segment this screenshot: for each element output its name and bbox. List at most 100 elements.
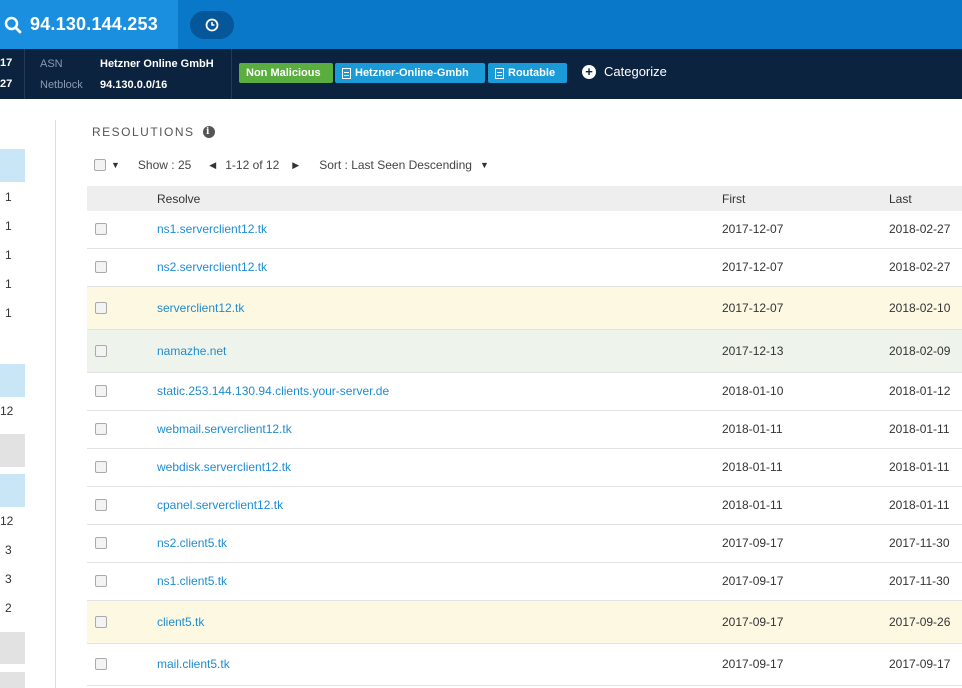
row-checkbox[interactable] bbox=[95, 461, 107, 473]
table-row[interactable]: ns2.serverclient12.tk 2017-12-07 2018-02-2… bbox=[87, 249, 962, 287]
row-checkbox[interactable] bbox=[95, 261, 107, 273]
netblock-value: 94.130.0.0/16 bbox=[100, 79, 168, 91]
column-header-first[interactable]: First bbox=[722, 192, 745, 206]
resolve-link[interactable]: ns2.client5.tk bbox=[157, 536, 227, 550]
select-all-checkbox[interactable] bbox=[94, 159, 106, 171]
resolutions-title-text: RESOLUTIONS bbox=[92, 125, 195, 139]
row-checkbox[interactable] bbox=[95, 223, 107, 235]
resolve-link[interactable]: webmail.serverclient12.tk bbox=[157, 422, 292, 436]
table-row[interactable]: mail.client5.tk 2017-09-17 2017-09-17 bbox=[87, 644, 962, 686]
row-checkbox[interactable] bbox=[95, 302, 107, 314]
clock-icon bbox=[205, 18, 219, 32]
row-checkbox[interactable] bbox=[95, 385, 107, 397]
resolve-link[interactable]: cpanel.serverclient12.tk bbox=[157, 498, 283, 512]
ip-search-box[interactable]: 94.130.144.253 bbox=[0, 0, 178, 49]
last-seen: 2018-02-27 bbox=[889, 260, 951, 274]
sidebar-count: 1 bbox=[5, 277, 12, 291]
divider bbox=[24, 49, 25, 99]
sidebar-count: 3 bbox=[5, 543, 12, 557]
first-seen: 2017-09-17 bbox=[722, 574, 784, 588]
first-seen: 2017-12-13 bbox=[722, 344, 784, 358]
first-seen: 2018-01-11 bbox=[722, 498, 783, 512]
resolve-link[interactable]: ns1.client5.tk bbox=[157, 574, 227, 588]
sidebar-header-block bbox=[0, 364, 25, 397]
table-row[interactable]: namazhe.net 2017-12-13 2018-02-09 bbox=[87, 330, 962, 373]
table-row[interactable]: static.253.144.130.94.clients.your-serve… bbox=[87, 373, 962, 411]
table-row[interactable]: ns1.serverclient12.tk 2017-12-07 2018-02-2… bbox=[87, 211, 962, 249]
last-seen: 2017-09-26 bbox=[889, 615, 951, 629]
row-checkbox[interactable] bbox=[95, 499, 107, 511]
table-body: ns1.serverclient12.tk 2017-12-07 2018-02-2… bbox=[87, 211, 962, 686]
sidebar-header-block bbox=[0, 474, 25, 507]
resolve-link[interactable]: mail.client5.tk bbox=[157, 657, 230, 671]
row-checkbox[interactable] bbox=[95, 575, 107, 587]
table-row[interactable]: client5.tk 2017-09-17 2017-09-26 bbox=[87, 601, 962, 644]
last-seen: 2018-01-11 bbox=[889, 460, 950, 474]
resolve-link[interactable]: namazhe.net bbox=[157, 344, 226, 358]
netblock-label: Netblock bbox=[40, 79, 83, 91]
tag-label: Routable bbox=[508, 67, 556, 79]
resolve-link[interactable]: serverclient12.tk bbox=[157, 301, 244, 315]
sidebar-count: 12 bbox=[0, 404, 14, 418]
tag-routable[interactable]: Routable bbox=[488, 63, 567, 83]
info-icon[interactable]: i bbox=[202, 126, 215, 138]
asn-value: Hetzner Online GmbH bbox=[100, 58, 214, 70]
first-seen: 2017-09-17 bbox=[722, 615, 784, 629]
ip-address: 94.130.144.253 bbox=[30, 14, 158, 34]
last-seen: 2017-11-30 bbox=[889, 574, 950, 588]
categorize-button[interactable]: + Categorize bbox=[582, 64, 667, 79]
table-row[interactable]: ns1.client5.tk 2017-09-17 2017-11-30 bbox=[87, 563, 962, 601]
resolve-link[interactable]: client5.tk bbox=[157, 615, 204, 629]
resolutions-table: Resolve First Last ns1.serverclient12.tk… bbox=[87, 186, 962, 686]
row-checkbox[interactable] bbox=[95, 537, 107, 549]
history-button[interactable] bbox=[190, 11, 234, 39]
sidebar-gray-block bbox=[0, 434, 25, 467]
table-row[interactable]: webmail.serverclient12.tk 2018-01-11 2018-… bbox=[87, 411, 962, 449]
table-row[interactable]: serverclient12.tk 2017-12-07 2018-02-10 bbox=[87, 287, 962, 330]
top-bar: 94.130.144.253 bbox=[0, 0, 962, 49]
row-checkbox[interactable] bbox=[95, 616, 107, 628]
sidebar-gray-block bbox=[0, 632, 25, 664]
next-page-icon[interactable]: ▶ bbox=[292, 160, 299, 171]
resolve-link[interactable]: ns1.serverclient12.tk bbox=[157, 222, 267, 236]
chevron-down-icon[interactable]: ▼ bbox=[111, 160, 120, 170]
sidebar-count: 2 bbox=[5, 601, 12, 615]
first-seen: 2017-12-07 bbox=[722, 222, 784, 236]
document-icon bbox=[495, 67, 504, 79]
sidebar-gray-block bbox=[0, 672, 25, 688]
table-row[interactable]: cpanel.serverclient12.tk 2018-01-11 2018-0… bbox=[87, 487, 962, 525]
row-checkbox[interactable] bbox=[95, 658, 107, 670]
sidebar-header-block bbox=[0, 149, 25, 182]
first-seen: 2017-12-07 bbox=[722, 260, 784, 274]
resolve-link[interactable]: static.253.144.130.94.clients.your-serve… bbox=[157, 384, 389, 398]
last-seen: 2018-01-11 bbox=[889, 422, 950, 436]
tag-non-malicious[interactable]: Non Malicious bbox=[239, 63, 333, 83]
resolve-link[interactable]: ns2.serverclient12.tk bbox=[157, 260, 267, 274]
left-value-1: 17 bbox=[0, 57, 13, 69]
column-header-resolve[interactable]: Resolve bbox=[157, 192, 200, 206]
tag-label: Non Malicious bbox=[246, 67, 321, 79]
resolutions-title: RESOLUTIONS i bbox=[92, 125, 215, 139]
row-checkbox[interactable] bbox=[95, 423, 107, 435]
chevron-down-icon[interactable]: ▼ bbox=[480, 160, 489, 170]
last-seen: 2018-01-12 bbox=[889, 384, 951, 398]
categorize-label: Categorize bbox=[604, 64, 667, 79]
sidebar-count: 1 bbox=[5, 248, 12, 262]
page-range: 1-12 of 12 bbox=[225, 158, 280, 172]
table-row[interactable]: ns2.client5.tk 2017-09-17 2017-11-30 bbox=[87, 525, 962, 563]
first-seen: 2017-09-17 bbox=[722, 536, 784, 550]
prev-page-icon[interactable]: ◀ bbox=[209, 160, 216, 171]
resolutions-toolbar: ▼ Show : 25 ◀ 1-12 of 12 ▶ Sort : Last S… bbox=[94, 158, 489, 172]
column-header-last[interactable]: Last bbox=[889, 192, 912, 206]
tag-hetzner[interactable]: Hetzner-Online-Gmbh bbox=[335, 63, 485, 83]
sort-selector[interactable]: Sort : Last Seen Descending bbox=[319, 158, 472, 172]
table-row[interactable]: webdisk.serverclient12.tk 2018-01-11 2018-… bbox=[87, 449, 962, 487]
resolve-link[interactable]: webdisk.serverclient12.tk bbox=[157, 460, 291, 474]
tag-label: Hetzner-Online-Gmbh bbox=[355, 67, 469, 79]
row-checkbox[interactable] bbox=[95, 345, 107, 357]
last-seen: 2017-09-17 bbox=[889, 657, 951, 671]
page-size-selector[interactable]: Show : 25 bbox=[138, 158, 191, 172]
sidebar-count: 3 bbox=[5, 572, 12, 586]
left-value-2: 27 bbox=[0, 78, 13, 90]
first-seen: 2017-09-17 bbox=[722, 657, 784, 671]
